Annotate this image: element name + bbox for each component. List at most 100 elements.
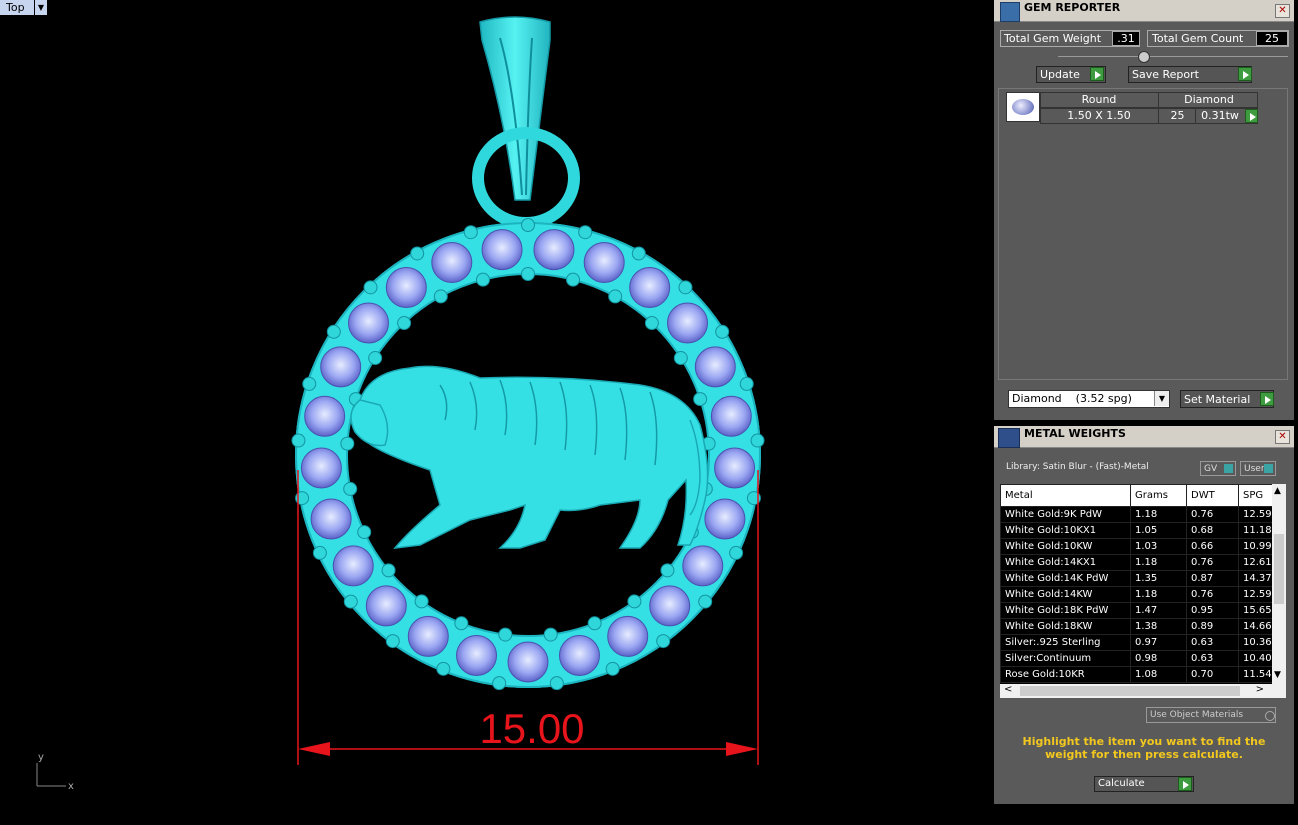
grams-cell: 1.08 [1130, 666, 1187, 683]
accent-bead [368, 351, 383, 366]
grams-cell: 0.97 [1130, 634, 1187, 651]
gem-stone [300, 447, 342, 489]
accent-bead [381, 563, 396, 578]
round-gem-icon [1012, 99, 1034, 115]
close-icon[interactable]: ✕ [1275, 430, 1290, 444]
set-material-play-icon[interactable] [1260, 392, 1274, 406]
gem-reporter-icon [1000, 2, 1020, 22]
viewport-menu-icon[interactable]: ▼ [35, 0, 47, 15]
bail [479, 16, 551, 201]
grams-cell: 1.05 [1130, 522, 1187, 539]
accent-bead [291, 433, 306, 448]
gem-reporter-titlebar: GEM REPORTER ✕ [994, 0, 1294, 22]
col-metal[interactable]: Metal [1000, 484, 1131, 507]
accent-bead [433, 289, 448, 304]
update-play-icon[interactable] [1090, 67, 1104, 81]
table-row[interactable]: White Gold:9K PdW 1.18 0.76 12.59 [1000, 506, 1284, 523]
gem-reporter-title: GEM REPORTER [1024, 1, 1121, 14]
gem-list-area[interactable] [998, 88, 1288, 380]
metal-name-cell: White Gold:9K PdW [1000, 506, 1131, 523]
gem-size: 1.50 X 1.50 [1040, 108, 1159, 124]
metal-name-cell: White Gold:18K PdW [1000, 602, 1131, 619]
table-row[interactable]: White Gold:14K PdW 1.35 0.87 14.37 [1000, 570, 1284, 587]
col-grams[interactable]: Grams [1130, 484, 1187, 507]
round-gem-thumbnail[interactable] [1006, 92, 1040, 122]
gem-stone [320, 346, 362, 388]
accent-bead [475, 272, 490, 287]
material-select[interactable]: Diamond (3.52 spg) [1008, 390, 1170, 408]
viewport-label[interactable]: Top [0, 0, 34, 15]
calculate-play-icon[interactable] [1178, 777, 1192, 791]
metal-name-cell: White Gold:14KX1 [1000, 554, 1131, 571]
scroll-left-icon[interactable]: < [1004, 684, 1012, 695]
accent-bead [543, 627, 558, 642]
grams-cell: 1.47 [1130, 602, 1187, 619]
gem-stone [385, 267, 427, 309]
viewport-top[interactable]: 15.00 y x [0, 0, 993, 822]
grams-cell: 0.98 [1130, 650, 1187, 667]
axis-indicator: y x [36, 752, 74, 792]
metal-weights-titlebar: METAL WEIGHTS ✕ [994, 426, 1294, 448]
gem-stone [533, 229, 575, 271]
accent-bead [608, 289, 623, 304]
table-row[interactable]: Silver:.925 Sterling 0.97 0.63 10.36 [1000, 634, 1284, 651]
vertical-scrollbar[interactable]: ▲ ▼ [1272, 484, 1286, 684]
accent-bead [385, 634, 400, 649]
grams-cell: 1.03 [1130, 538, 1187, 555]
gem-stone [365, 585, 407, 627]
metal-name-cell: White Gold:10KX1 [1000, 522, 1131, 539]
gem-weight: 0.31tw [1201, 109, 1239, 122]
table-row[interactable]: White Gold:14KW 1.18 0.76 12.59 [1000, 586, 1284, 603]
scroll-up-icon[interactable]: ▲ [1274, 486, 1281, 496]
metal-table-container[interactable]: Metal Grams DWT SPG White Gold:9K PdW 1.1… [1000, 484, 1284, 684]
horizontal-scrollbar[interactable]: < > [1000, 684, 1286, 698]
accent-bead [739, 376, 754, 391]
table-row[interactable]: White Gold:18K PdW 1.47 0.95 15.65 [1000, 602, 1284, 619]
table-row[interactable]: White Gold:14KX1 1.18 0.76 12.61 [1000, 554, 1284, 571]
user-info-icon [1264, 464, 1273, 473]
accent-bead [343, 481, 358, 496]
radio-icon[interactable] [1265, 711, 1275, 721]
metal-weights-icon [998, 428, 1020, 448]
col-dwt[interactable]: DWT [1186, 484, 1239, 507]
gv-toggle[interactable]: GV [1200, 461, 1236, 476]
gem-row-play-icon[interactable] [1245, 109, 1258, 123]
gem-stone [481, 229, 523, 271]
table-row[interactable]: Silver:Continuum 0.98 0.63 10.40 [1000, 650, 1284, 667]
table-row[interactable]: Rose Gold:10KR 1.08 0.70 11.54 [1000, 666, 1284, 683]
scroll-right-icon[interactable]: > [1256, 684, 1264, 695]
table-row[interactable]: White Gold:10KX1 1.05 0.68 11.18 [1000, 522, 1284, 539]
user-toggle[interactable]: User [1240, 461, 1276, 476]
slider-handle[interactable] [1138, 51, 1150, 63]
gem-reporter-panel: GEM REPORTER ✕ Total Gem Weight .31 Tota… [994, 0, 1294, 420]
metal-weights-panel: METAL WEIGHTS ✕ Library: Satin Blur - (F… [994, 426, 1294, 804]
accent-bead [715, 324, 730, 339]
save-report-button[interactable]: Save Report [1128, 66, 1252, 83]
table-row[interactable]: White Gold:18KW 1.38 0.89 14.66 [1000, 618, 1284, 635]
gem-stone [666, 302, 708, 344]
metal-table[interactable]: Metal Grams DWT SPG White Gold:9K PdW 1.1… [1000, 484, 1284, 683]
chevron-down-icon[interactable]: ▼ [1154, 391, 1169, 406]
metal-name-cell: Silver:Continuum [1000, 650, 1131, 667]
scroll-thumb[interactable] [1274, 534, 1284, 604]
dimension-value: 15.00 [479, 705, 584, 752]
accent-bead [627, 594, 642, 609]
dwt-cell: 0.70 [1186, 666, 1239, 683]
gem-shape: Round [1040, 92, 1159, 108]
grams-cell: 1.35 [1130, 570, 1187, 587]
close-icon[interactable]: ✕ [1275, 4, 1290, 18]
accent-bead [698, 594, 713, 609]
table-row[interactable]: White Gold:10KW 1.03 0.66 10.99 [1000, 538, 1284, 555]
grams-cell: 1.18 [1130, 506, 1187, 523]
accent-bead [363, 280, 378, 295]
accent-bead [521, 218, 535, 232]
accent-bead [414, 594, 429, 609]
gem-stone [714, 447, 756, 489]
use-object-materials-toggle[interactable]: Use Object Materials [1146, 707, 1276, 723]
gem-type: Diamond [1184, 93, 1234, 106]
accent-bead [578, 225, 593, 240]
scroll-down-icon[interactable]: ▼ [1274, 670, 1281, 680]
save-report-play-icon[interactable] [1238, 67, 1252, 81]
dwt-cell: 0.76 [1186, 554, 1239, 571]
hscroll-thumb[interactable] [1020, 686, 1240, 696]
